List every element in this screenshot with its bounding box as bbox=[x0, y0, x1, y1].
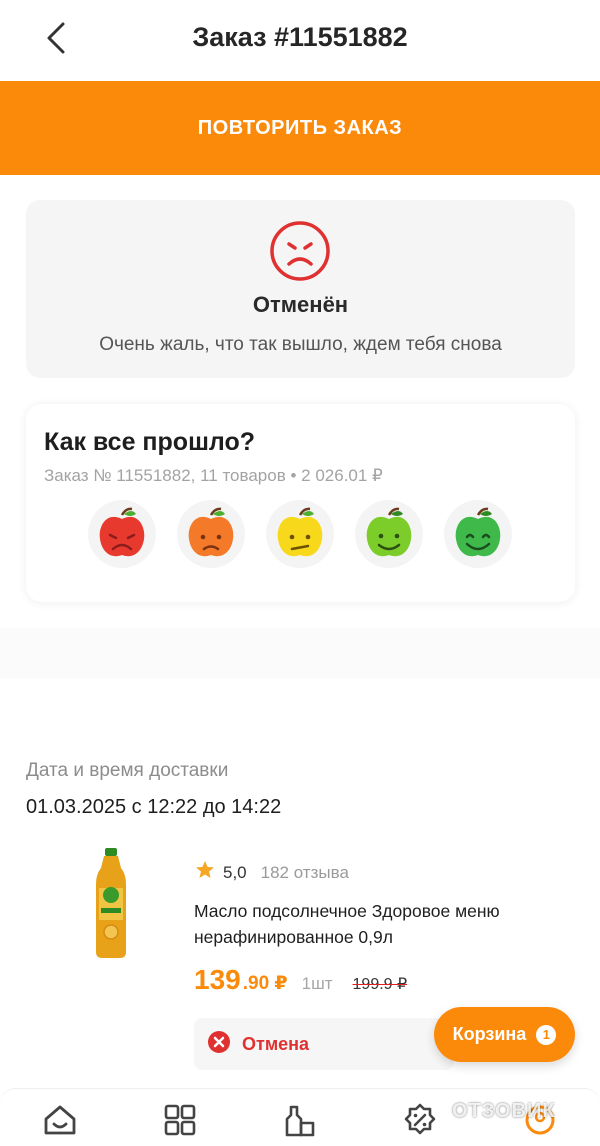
lime-smile-apple-icon bbox=[366, 507, 412, 557]
shops-icon bbox=[285, 1105, 315, 1137]
item-status-badge: Отмена bbox=[194, 1018, 454, 1070]
orange-upset-apple-icon bbox=[188, 507, 234, 557]
price-row: 139 .90 ₽ 1шт 199.9 ₽ bbox=[194, 964, 407, 996]
catalog-icon bbox=[164, 1104, 196, 1136]
rating-options bbox=[88, 500, 512, 568]
rate-subtitle: Заказ № 11551882, 11 товаров • 2 026.01 … bbox=[44, 466, 383, 485]
product-rating: 5,0 182 отзыва bbox=[195, 860, 349, 885]
old-price: 199.9 ₽ bbox=[352, 976, 408, 993]
yellow-neutral-apple-icon bbox=[277, 507, 323, 557]
sad-face-icon bbox=[270, 221, 330, 281]
cancel-x-icon bbox=[208, 1030, 230, 1058]
red-sad-apple-icon bbox=[99, 507, 145, 557]
rate-title: Как все прошло? bbox=[44, 428, 255, 456]
price-integer: 139 bbox=[194, 964, 241, 995]
reviews-count[interactable]: 182 отзыва bbox=[261, 863, 349, 883]
star-icon bbox=[195, 860, 215, 885]
price-fraction: .90 ₽ bbox=[242, 973, 288, 994]
delivery-value: 01.03.2025 с 12:22 до 14:22 bbox=[26, 796, 282, 818]
quantity: 1шт bbox=[301, 974, 333, 993]
rating-option-3[interactable] bbox=[266, 500, 334, 568]
delivery-label: Дата и время доставки bbox=[26, 760, 229, 781]
rating-option-2[interactable] bbox=[177, 500, 245, 568]
product-name[interactable]: Масло подсолнечное Здоровое меню нерафин… bbox=[194, 898, 574, 950]
tab-catalog[interactable] bbox=[160, 1103, 200, 1139]
item-status-text: Отмена bbox=[242, 1033, 310, 1054]
product-image[interactable] bbox=[92, 848, 130, 960]
rate-order-card: Как все прошло? Заказ № 11551882, 11 тов… bbox=[26, 404, 575, 602]
watermark-logo: ОТЗОВИК bbox=[452, 1100, 556, 1122]
page-title: Заказ #11551882 bbox=[192, 22, 408, 52]
promo-icon bbox=[404, 1103, 436, 1135]
rating-option-4[interactable] bbox=[355, 500, 423, 568]
rating-option-5[interactable] bbox=[444, 500, 512, 568]
rating-option-1[interactable] bbox=[88, 500, 156, 568]
cart-label: Корзина bbox=[452, 1024, 527, 1044]
rating-value: 5,0 bbox=[223, 862, 247, 882]
status-subtitle: Очень жаль, что так вышло, ждем тебя сно… bbox=[99, 334, 502, 355]
tab-shops[interactable] bbox=[280, 1103, 320, 1139]
cart-count-badge: 1 bbox=[536, 1024, 557, 1045]
status-title: Отменён bbox=[252, 292, 349, 317]
green-happy-apple-icon bbox=[455, 507, 501, 557]
repeat-order-button[interactable]: ПОВТОРИТЬ ЗАКАЗ bbox=[0, 81, 600, 175]
tab-promo[interactable] bbox=[400, 1103, 440, 1139]
section-divider bbox=[0, 628, 600, 678]
header: Заказ #11551882 bbox=[0, 0, 600, 80]
order-status-card: Отменён Очень жаль, что так вышло, ждем … bbox=[26, 200, 575, 378]
tab-home[interactable] bbox=[40, 1103, 80, 1139]
cart-button[interactable]: Корзина 1 bbox=[434, 1007, 575, 1062]
home-icon bbox=[44, 1105, 76, 1135]
